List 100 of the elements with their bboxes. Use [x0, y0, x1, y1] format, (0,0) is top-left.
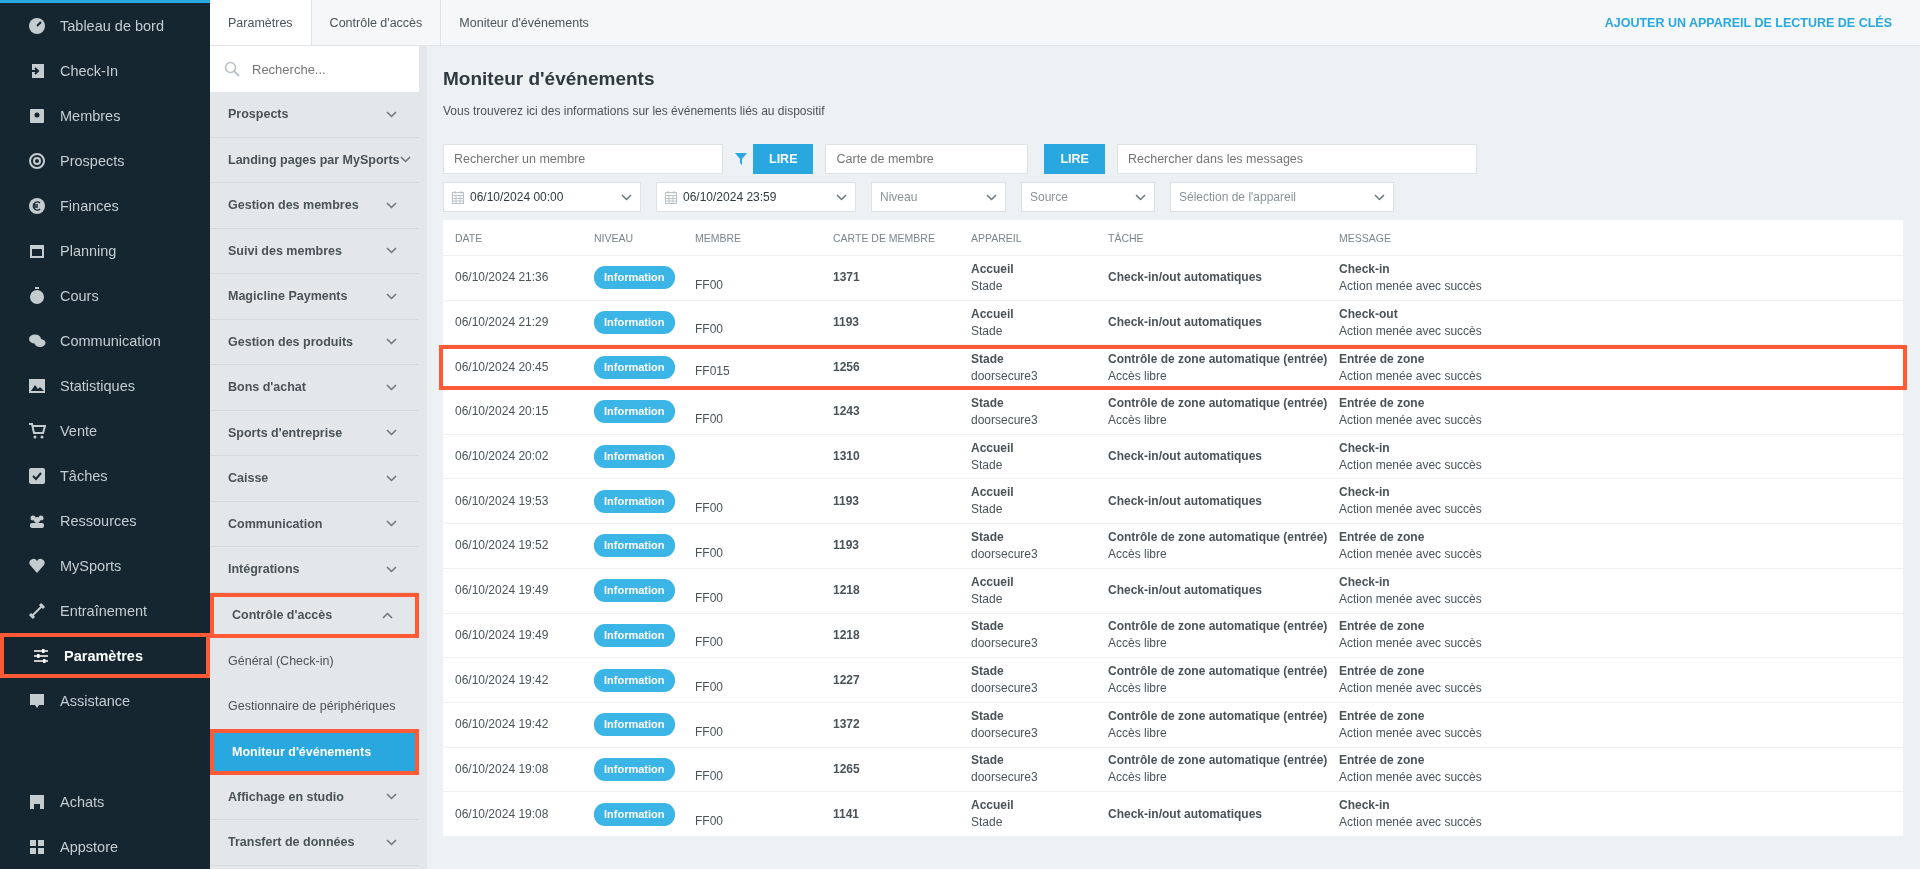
euro-icon [28, 196, 46, 215]
member-search-field[interactable]: Rechercher un membre [443, 144, 723, 174]
level-badge: Information [594, 400, 675, 424]
breadcrumb-link[interactable]: Moniteur d'événements [441, 0, 607, 45]
device-detail: doorsecure3 [971, 680, 1039, 698]
settings-section[interactable]: Contrôle d'accès [210, 592, 419, 638]
level-badge: Information [594, 802, 675, 826]
sidebar-item[interactable]: Vente [0, 408, 210, 453]
sidebar-item[interactable]: Communication [0, 318, 210, 363]
card-cell-text: 1243 [832, 403, 861, 421]
member-cell-text: FF00 [694, 276, 724, 294]
sidebar-item[interactable]: Membres [0, 93, 210, 138]
sidebar-item[interactable]: Statistiques [0, 363, 210, 408]
date-from-select[interactable]: 06/10/2024 00:00 [443, 182, 641, 212]
sidebar-item[interactable]: Paramètres [0, 633, 210, 678]
device-title: Accueil [971, 439, 1015, 457]
sidebar-item[interactable]: Prospects [0, 138, 210, 183]
message-detail: Action menée avec succès [1339, 814, 1483, 832]
sidebar-item[interactable]: Cours [0, 273, 210, 318]
message-detail: Action menée avec succès [1339, 322, 1483, 340]
page-title: Moniteur d'événements [443, 68, 656, 90]
target-icon [28, 151, 46, 170]
message-title: Check-in [1339, 797, 1391, 815]
message-detail: Action menée avec succès [1339, 680, 1483, 698]
device-title: Stade [971, 528, 1005, 546]
task-title: Check-in/out automatiques [1108, 492, 1263, 510]
card-cell-text: 1310 [832, 448, 861, 466]
stopwatch-icon [28, 286, 46, 305]
card-cell-text: 1193 [832, 314, 861, 332]
sidebar-item[interactable]: Ressources [0, 498, 210, 543]
breadcrumb-link[interactable]: Contrôle d'accès [311, 0, 442, 45]
message-detail: Action menée avec succès [1339, 411, 1483, 429]
sidebar-item[interactable]: Check-In [0, 48, 210, 93]
level-badge: Information [594, 623, 675, 647]
device-title: Accueil [971, 573, 1015, 591]
device-detail: Stade [971, 456, 1004, 474]
device-title: Accueil [971, 305, 1015, 323]
message-title: Check-in [1339, 439, 1391, 457]
member-cell-text: FF00 [694, 410, 724, 428]
breadcrumb-link[interactable]: Paramètres [210, 0, 312, 45]
grid-icon [28, 837, 46, 856]
chevron-down-icon [386, 520, 397, 528]
member-cell-text: FF00 [694, 500, 724, 518]
member-card-field[interactable]: Carte de membre [825, 144, 1029, 174]
page-subtitle: Vous trouverez ici des informations sur les événements liés au dispositif [443, 104, 826, 118]
device-title: Accueil [971, 484, 1015, 502]
task-title: Contrôle de zone automatique (entrée) [1108, 707, 1327, 725]
date-cell-text: 06/10/2024 19:08 [454, 805, 550, 823]
card-cell-text: 1193 [832, 492, 861, 510]
task-detail: Accès libre [1108, 680, 1168, 698]
sidebar-item[interactable]: Finances [0, 183, 210, 228]
date-cell-text: 06/10/2024 19:42 [454, 671, 550, 689]
chevron-down-icon [1374, 193, 1385, 201]
level-badge: Information [594, 713, 675, 737]
member-cell-text: FF00 [694, 589, 724, 607]
card-cell-text: 1371 [832, 269, 861, 287]
device-title: Accueil [971, 797, 1015, 815]
device-title: Stade [971, 707, 1005, 725]
level-badge: Information [594, 668, 675, 692]
level-badge: Information [594, 489, 675, 513]
column-header: MESSAGE [1338, 231, 1392, 244]
device-title: Stade [971, 752, 1005, 770]
sidebar-item[interactable]: Appstore [0, 824, 210, 869]
sidebar-item[interactable]: Entraînement [0, 588, 210, 633]
date-to-select[interactable]: 06/10/2024 23:59 [656, 182, 856, 212]
dumbbell-icon [28, 601, 46, 620]
search-field[interactable]: Recherche... [210, 46, 419, 92]
date-cell-text: 06/10/2024 19:08 [454, 760, 550, 778]
message-detail: Action menée avec succès [1339, 769, 1483, 787]
device-detail: Stade [971, 590, 1004, 608]
message-title: Check-in [1339, 484, 1391, 502]
device-detail: doorsecure3 [971, 724, 1039, 742]
level-badge: Information [594, 311, 675, 335]
message-title: Check-in [1339, 260, 1391, 278]
contact-card-icon [28, 106, 46, 125]
task-title: Check-in/out automatiques [1108, 448, 1263, 466]
chevron-down-icon [386, 838, 397, 846]
message-detail: Action menée avec succès [1339, 277, 1483, 295]
date-cell-text: 06/10/2024 20:45 [454, 359, 550, 377]
task-title: Contrôle de zone automatique (entrée) [1108, 663, 1327, 681]
message-detail: Action menée avec succès [1339, 456, 1483, 474]
message-search-field[interactable]: Rechercher dans les messages [1116, 144, 1477, 174]
message-title: Entrée de zone [1339, 618, 1426, 636]
filter-icon [735, 153, 747, 165]
member-cell-text: FF00 [694, 723, 724, 741]
date-cell-text: 06/10/2024 20:15 [454, 403, 550, 421]
level-badge: Information [594, 445, 675, 469]
sidebar-item[interactable]: Tableau de bord [0, 3, 210, 48]
sidebar-item[interactable]: MySports [0, 543, 210, 588]
sidebar-item[interactable]: Achats [0, 779, 210, 824]
level-badge: Information [594, 757, 675, 781]
message-title: Entrée de zone [1339, 394, 1426, 412]
sidebar-item[interactable]: Tâches [0, 453, 210, 498]
level-badge: Information [594, 534, 675, 558]
date-cell-text: 06/10/2024 19:49 [454, 626, 550, 644]
sidebar-item[interactable]: Planning [0, 228, 210, 273]
chevron-down-icon [386, 247, 397, 255]
sidebar-item[interactable]: Assistance [0, 678, 210, 723]
device-detail: doorsecure3 [971, 367, 1039, 385]
column-header: CARTE DE MEMBRE [832, 231, 936, 244]
